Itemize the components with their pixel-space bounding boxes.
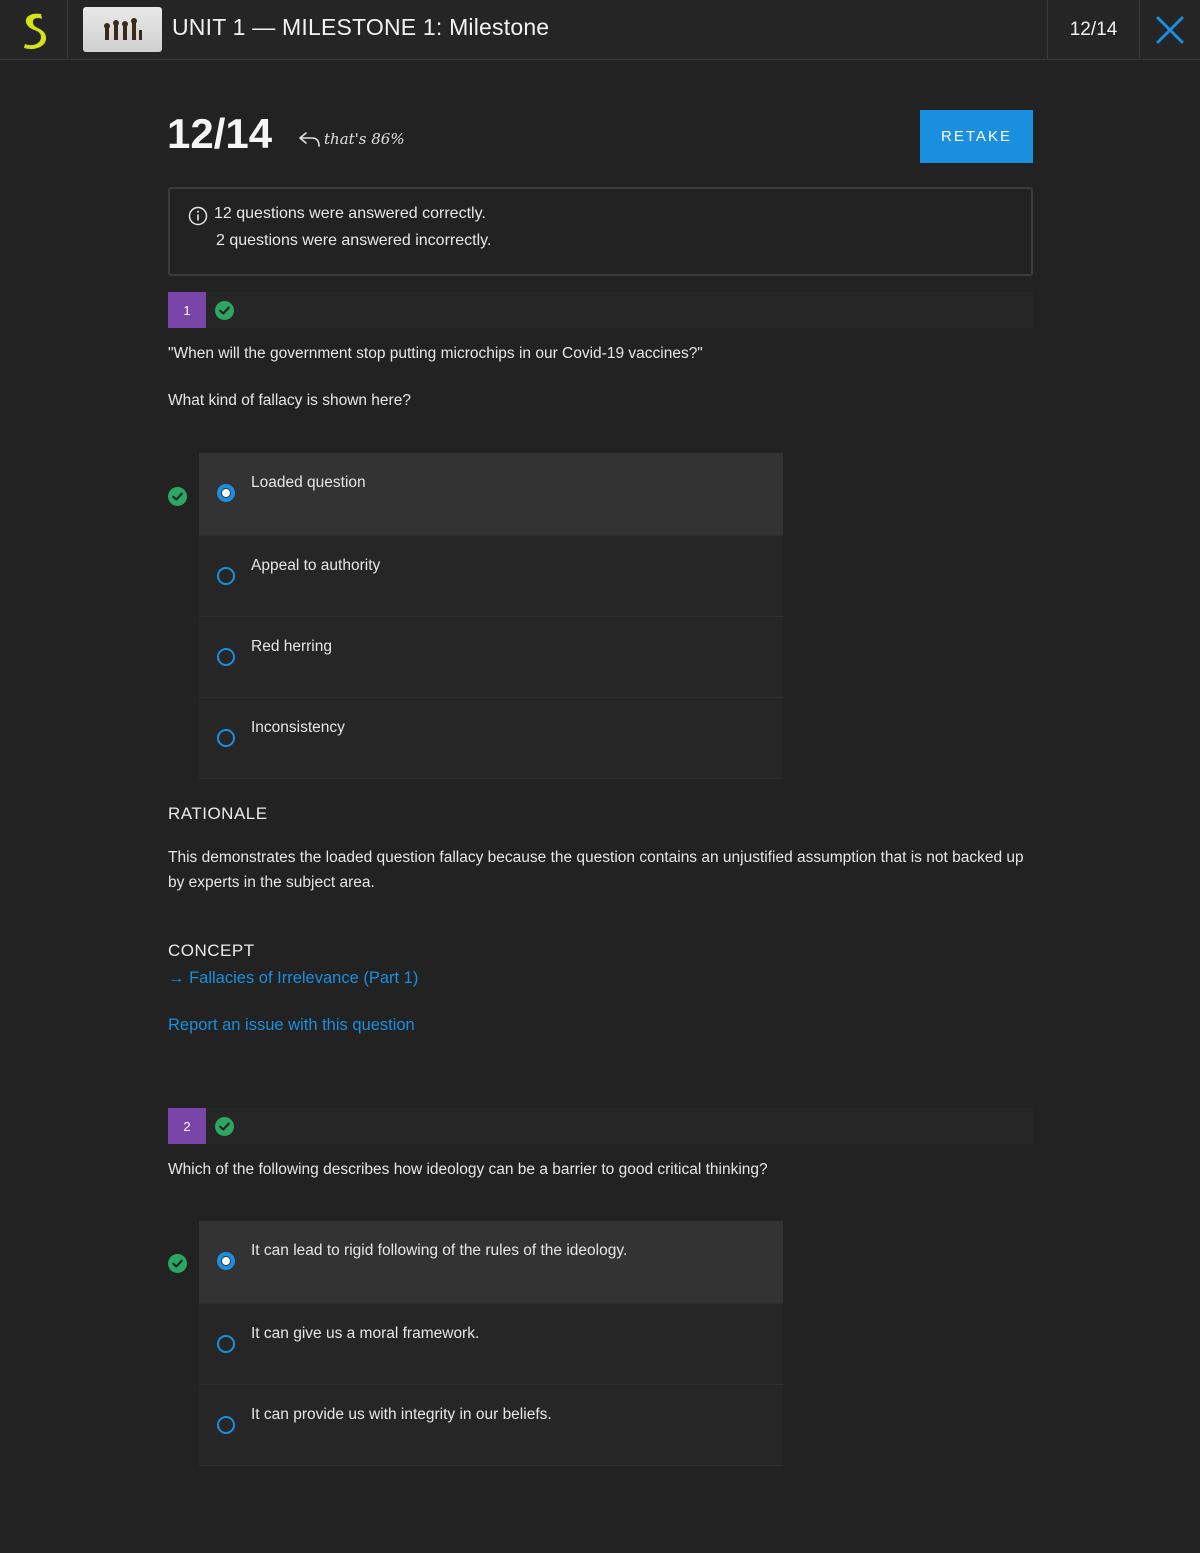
info-icon [188,206,208,226]
check-circle-icon [215,301,234,320]
radio[interactable] [217,567,235,585]
check-circle-icon [168,487,187,506]
question-text: Which of the following describes how ide… [168,1161,768,1178]
top-bar: UNIT 1 — MILESTONE 1: Milestone 12/14 [0,0,1200,60]
radio-selected[interactable] [217,484,235,502]
answer-option[interactable]: It can give us a moral framework. [199,1304,783,1385]
rationale-text: This demonstrates the loaded question fa… [168,849,1024,891]
option-label: Inconsistency [251,719,345,736]
option-label: Loaded question [251,474,366,491]
answer-option[interactable]: It can provide us with integrity in our … [199,1385,783,1466]
progress-count: 12/14 [1047,0,1140,60]
concept-heading: CONCEPT [168,941,255,960]
score-note: that's 86% [297,130,405,148]
close-icon [1156,16,1184,44]
retake-button[interactable]: RETAKE [920,110,1033,163]
question-prompt: "When will the government stop putting m… [168,345,703,362]
option-label: Appeal to authority [251,557,381,574]
close-button[interactable] [1140,0,1200,60]
check-circle-icon [168,1254,187,1273]
radio[interactable] [217,1335,235,1353]
answer-option[interactable]: Inconsistency [199,698,783,779]
check-circle-icon [215,1117,234,1136]
option-label: It can provide us with integrity in our … [251,1406,552,1423]
radio-selected[interactable] [217,1252,235,1270]
question-number: 1 [168,292,206,328]
summary-correct: 12 questions were answered correctly. [214,205,486,222]
summary-incorrect: 2 questions were answered incorrectly. [216,232,492,249]
chess-pieces-icon [103,17,142,40]
question-1-header: 1 [168,292,1033,328]
question-text: What kind of fallacy is shown here? [168,392,411,409]
radio[interactable] [217,648,235,666]
question-number: 2 [168,1108,206,1144]
answer-options: It can lead to rigid following of the ru… [199,1221,783,1466]
option-label: Red herring [251,638,332,655]
answer-options: Loaded question Appeal to authority Red … [199,453,783,779]
rationale-heading: RATIONALE [168,804,268,823]
reply-arrow-icon [298,132,320,147]
report-issue-link[interactable]: Report an issue with this question [168,1016,415,1035]
option-label: It can give us a moral framework. [251,1325,480,1342]
concept-link[interactable]: → Fallacies of Irrelevance (Part 1) [168,969,418,988]
question-2-header: 2 [168,1108,1033,1144]
option-label: It can lead to rigid following of the ru… [251,1242,628,1259]
result-summary: 12 questions were answered correctly. 2 … [168,187,1033,276]
page-title: UNIT 1 — MILESTONE 1: Milestone [172,14,550,40]
logo-cell[interactable] [0,0,68,60]
unit-thumbnail [83,7,162,52]
score: 12/14 [167,110,273,157]
answer-option[interactable]: Loaded question [199,453,783,536]
answer-option[interactable]: It can lead to rigid following of the ru… [199,1221,783,1304]
radio[interactable] [217,1416,235,1434]
score-percent: that's 86% [324,130,405,148]
answer-option[interactable]: Red herring [199,617,783,698]
answer-option[interactable]: Appeal to authority [199,536,783,617]
sophia-logo-icon [23,13,46,49]
radio[interactable] [217,729,235,747]
